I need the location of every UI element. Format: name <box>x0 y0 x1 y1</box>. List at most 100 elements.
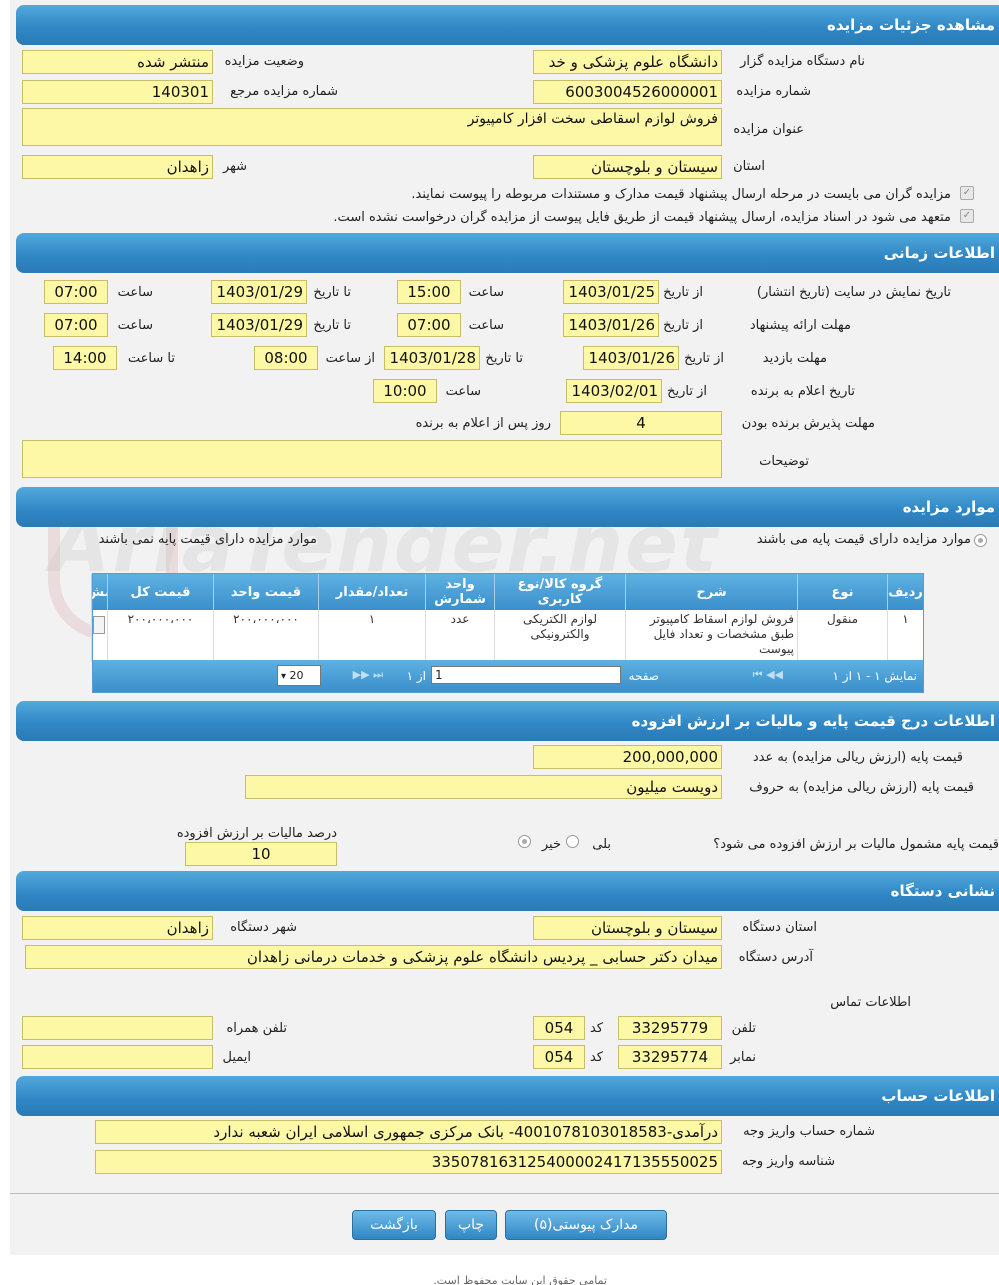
fax-code-label: کد <box>589 1050 603 1065</box>
payment-id-field[interactable]: 335078163125400002417135550025 <box>95 1150 722 1174</box>
status-field[interactable]: منتشر شده <box>22 50 213 74</box>
vat-yes-label: بلی <box>592 837 611 852</box>
pager-size-select[interactable]: ▾ 20 <box>277 665 321 686</box>
pager-of-label: از ۱ <box>406 669 426 683</box>
page: AriaTender.net مشاهده جزئیات مزایده نام … <box>0 0 999 1285</box>
back-button[interactable]: بازگشت <box>352 1210 436 1240</box>
org-city-field[interactable]: زاهدان <box>22 916 213 940</box>
pager-page-input[interactable]: 1 <box>431 666 621 684</box>
col-row[interactable]: ردیف <box>887 574 923 610</box>
base-number-field[interactable]: 200,000,000 <box>533 745 722 769</box>
no-attach-checkbox[interactable]: ✓ <box>960 209 974 223</box>
pager-page-label: صفحه <box>628 669 659 683</box>
section-header-details: مشاهده جزئیات مزایده <box>16 5 999 45</box>
account-number-label: شماره حساب واریز وجه <box>743 1124 875 1139</box>
city-field[interactable]: زاهدان <box>22 155 213 179</box>
fax-code-field[interactable]: 054 <box>533 1045 585 1069</box>
visit-to-hour-label: تا ساعت <box>127 351 175 366</box>
offer-from-date[interactable]: 1403/01/26 <box>563 313 659 337</box>
col-more[interactable]: مش <box>91 574 107 610</box>
base-text-field[interactable]: دویست میلیون <box>245 775 722 799</box>
email-field[interactable] <box>22 1045 213 1069</box>
attachments-button[interactable]: مدارک پیوستی(۵) <box>505 1210 667 1240</box>
section-header-address: نشانی دستگاه <box>16 871 999 911</box>
mobile-field[interactable] <box>22 1016 213 1040</box>
footer-text: تمامی حقوق این سایت محفوظ است. <box>433 1274 607 1285</box>
print-button[interactable]: چاپ <box>445 1210 497 1240</box>
account-number-field[interactable]: درآمدی-4001078103018583- بانک مرکزی جمهو… <box>95 1120 722 1144</box>
winner-from-date[interactable]: 1403/02/01 <box>566 379 662 403</box>
col-unit-price[interactable]: قیمت واحد <box>213 574 318 610</box>
docs-required-checkbox[interactable]: ✓ <box>960 186 974 200</box>
offer-to-date[interactable]: 1403/01/29 <box>211 313 307 337</box>
fax-field[interactable]: 33295774 <box>618 1045 722 1069</box>
publish-to-date[interactable]: 1403/01/29 <box>211 280 307 304</box>
has-base-price-radio[interactable] <box>974 534 987 547</box>
phone-label: تلفن <box>731 1021 756 1036</box>
auction-number-field[interactable]: 6003004526000001 <box>533 80 722 104</box>
publish-to-time[interactable]: 07:00 <box>44 280 108 304</box>
auction-title-field[interactable]: فروش لوازم اسقاطی سخت افزار کامپیوتر <box>22 108 722 146</box>
description-label: توضیحات <box>759 454 809 469</box>
col-desc[interactable]: شرح <box>625 574 797 610</box>
description-field[interactable] <box>22 440 722 478</box>
ref-number-field[interactable]: 140301 <box>22 80 213 104</box>
cell-desc: فروش لوازم اسقاط کامپیوتر طبق مشخصات و ت… <box>625 610 797 662</box>
section-header-price: اطلاعات درج قیمت پایه و مالیات بر ارزش ا… <box>16 701 999 741</box>
vat-no-label: خیر <box>541 837 561 852</box>
cell-more[interactable] <box>91 610 107 662</box>
cell-row: ۱ <box>887 610 923 662</box>
base-number-label: قیمت پایه (ارزش ریالی مزایده) به عدد <box>752 750 963 765</box>
visit-to-date[interactable]: 1403/01/28 <box>384 346 480 370</box>
payment-id-label: شناسه واریز وجه <box>741 1154 835 1169</box>
row-action-button[interactable] <box>93 616 105 634</box>
auction-title-label: عنوان مزایده <box>733 122 804 137</box>
col-group[interactable]: گروه کالا/نوع کاربری <box>494 574 625 610</box>
status-label: وضعیت مزایده <box>224 54 304 69</box>
email-label: ایمیل <box>222 1050 251 1065</box>
offer-to-label: تا تاریخ <box>313 318 351 333</box>
visit-from-date[interactable]: 1403/01/26 <box>583 346 679 370</box>
fax-label: نمابر <box>730 1050 756 1065</box>
org-label: نام دستگاه مزایده گزار <box>740 54 865 69</box>
visit-from-time[interactable]: 08:00 <box>254 346 318 370</box>
vat-percent-field[interactable]: 10 <box>185 842 337 866</box>
visit-to-time[interactable]: 14:00 <box>53 346 117 370</box>
col-total[interactable]: قیمت کل <box>107 574 213 610</box>
vat-no-radio[interactable] <box>518 835 531 848</box>
province-field[interactable]: سیستان و بلوچستان <box>533 155 722 179</box>
org-province-field[interactable]: سیستان و بلوچستان <box>533 916 722 940</box>
visit-from-hour-label: از ساعت <box>325 351 375 366</box>
pager-size-value: 20 <box>289 669 304 682</box>
publish-from-time[interactable]: 15:00 <box>397 280 461 304</box>
pager-next-icons[interactable]: ▶▶ ⏭ <box>353 668 383 682</box>
acceptance-days[interactable]: 4 <box>560 411 722 435</box>
vat-yes-radio[interactable] <box>566 835 579 848</box>
cell-total: ۲۰۰،۰۰۰،۰۰۰ <box>107 610 213 662</box>
offer-from-time[interactable]: 07:00 <box>397 313 461 337</box>
grid-pager: نمایش ۱ - ۱ از ۱ ⏮ ◀◀ صفحه 1 از ۱ ▶▶ ⏭ ▾… <box>93 660 923 692</box>
col-unit[interactable]: واحد شمارش <box>425 574 494 610</box>
base-text-label: قیمت پایه (ارزش ریالی مزایده) به حروف <box>749 780 974 795</box>
org-field[interactable]: دانشگاه علوم پزشکی و خد <box>533 50 722 74</box>
city-label: شهر <box>222 159 247 174</box>
col-qty[interactable]: تعداد/مقدار <box>318 574 425 610</box>
winner-hour-label: ساعت <box>445 384 481 399</box>
winner-time[interactable]: 10:00 <box>373 379 437 403</box>
phone-code-field[interactable]: 054 <box>533 1016 585 1040</box>
acceptance-suffix: روز پس از اعلام به برنده <box>415 416 551 431</box>
org-address-field[interactable]: میدان دکتر حسابی _ پردیس دانشگاه علوم پز… <box>25 945 722 969</box>
phone-field[interactable]: 33295779 <box>618 1016 722 1040</box>
publish-from-date[interactable]: 1403/01/25 <box>563 280 659 304</box>
pager-prev-icons[interactable]: ⏮ ◀◀ <box>753 668 783 682</box>
auction-number-label: شماره مزایده <box>736 84 811 99</box>
items-grid: ردیف نوع شرح گروه کالا/نوع کاربری واحد ش… <box>91 573 924 693</box>
chevron-down-icon: ▾ <box>281 671 287 682</box>
cell-unit-price: ۲۰۰،۰۰۰،۰۰۰ <box>213 610 318 662</box>
section-header-time: اطلاعات زمانی <box>16 233 999 273</box>
winner-announce-label: تاریخ اعلام به برنده <box>750 384 855 399</box>
col-type[interactable]: نوع <box>797 574 887 610</box>
acceptance-label: مهلت پذیرش برنده بودن <box>741 416 875 431</box>
visit-from-label: از تاریخ <box>684 351 724 366</box>
offer-to-time[interactable]: 07:00 <box>44 313 108 337</box>
